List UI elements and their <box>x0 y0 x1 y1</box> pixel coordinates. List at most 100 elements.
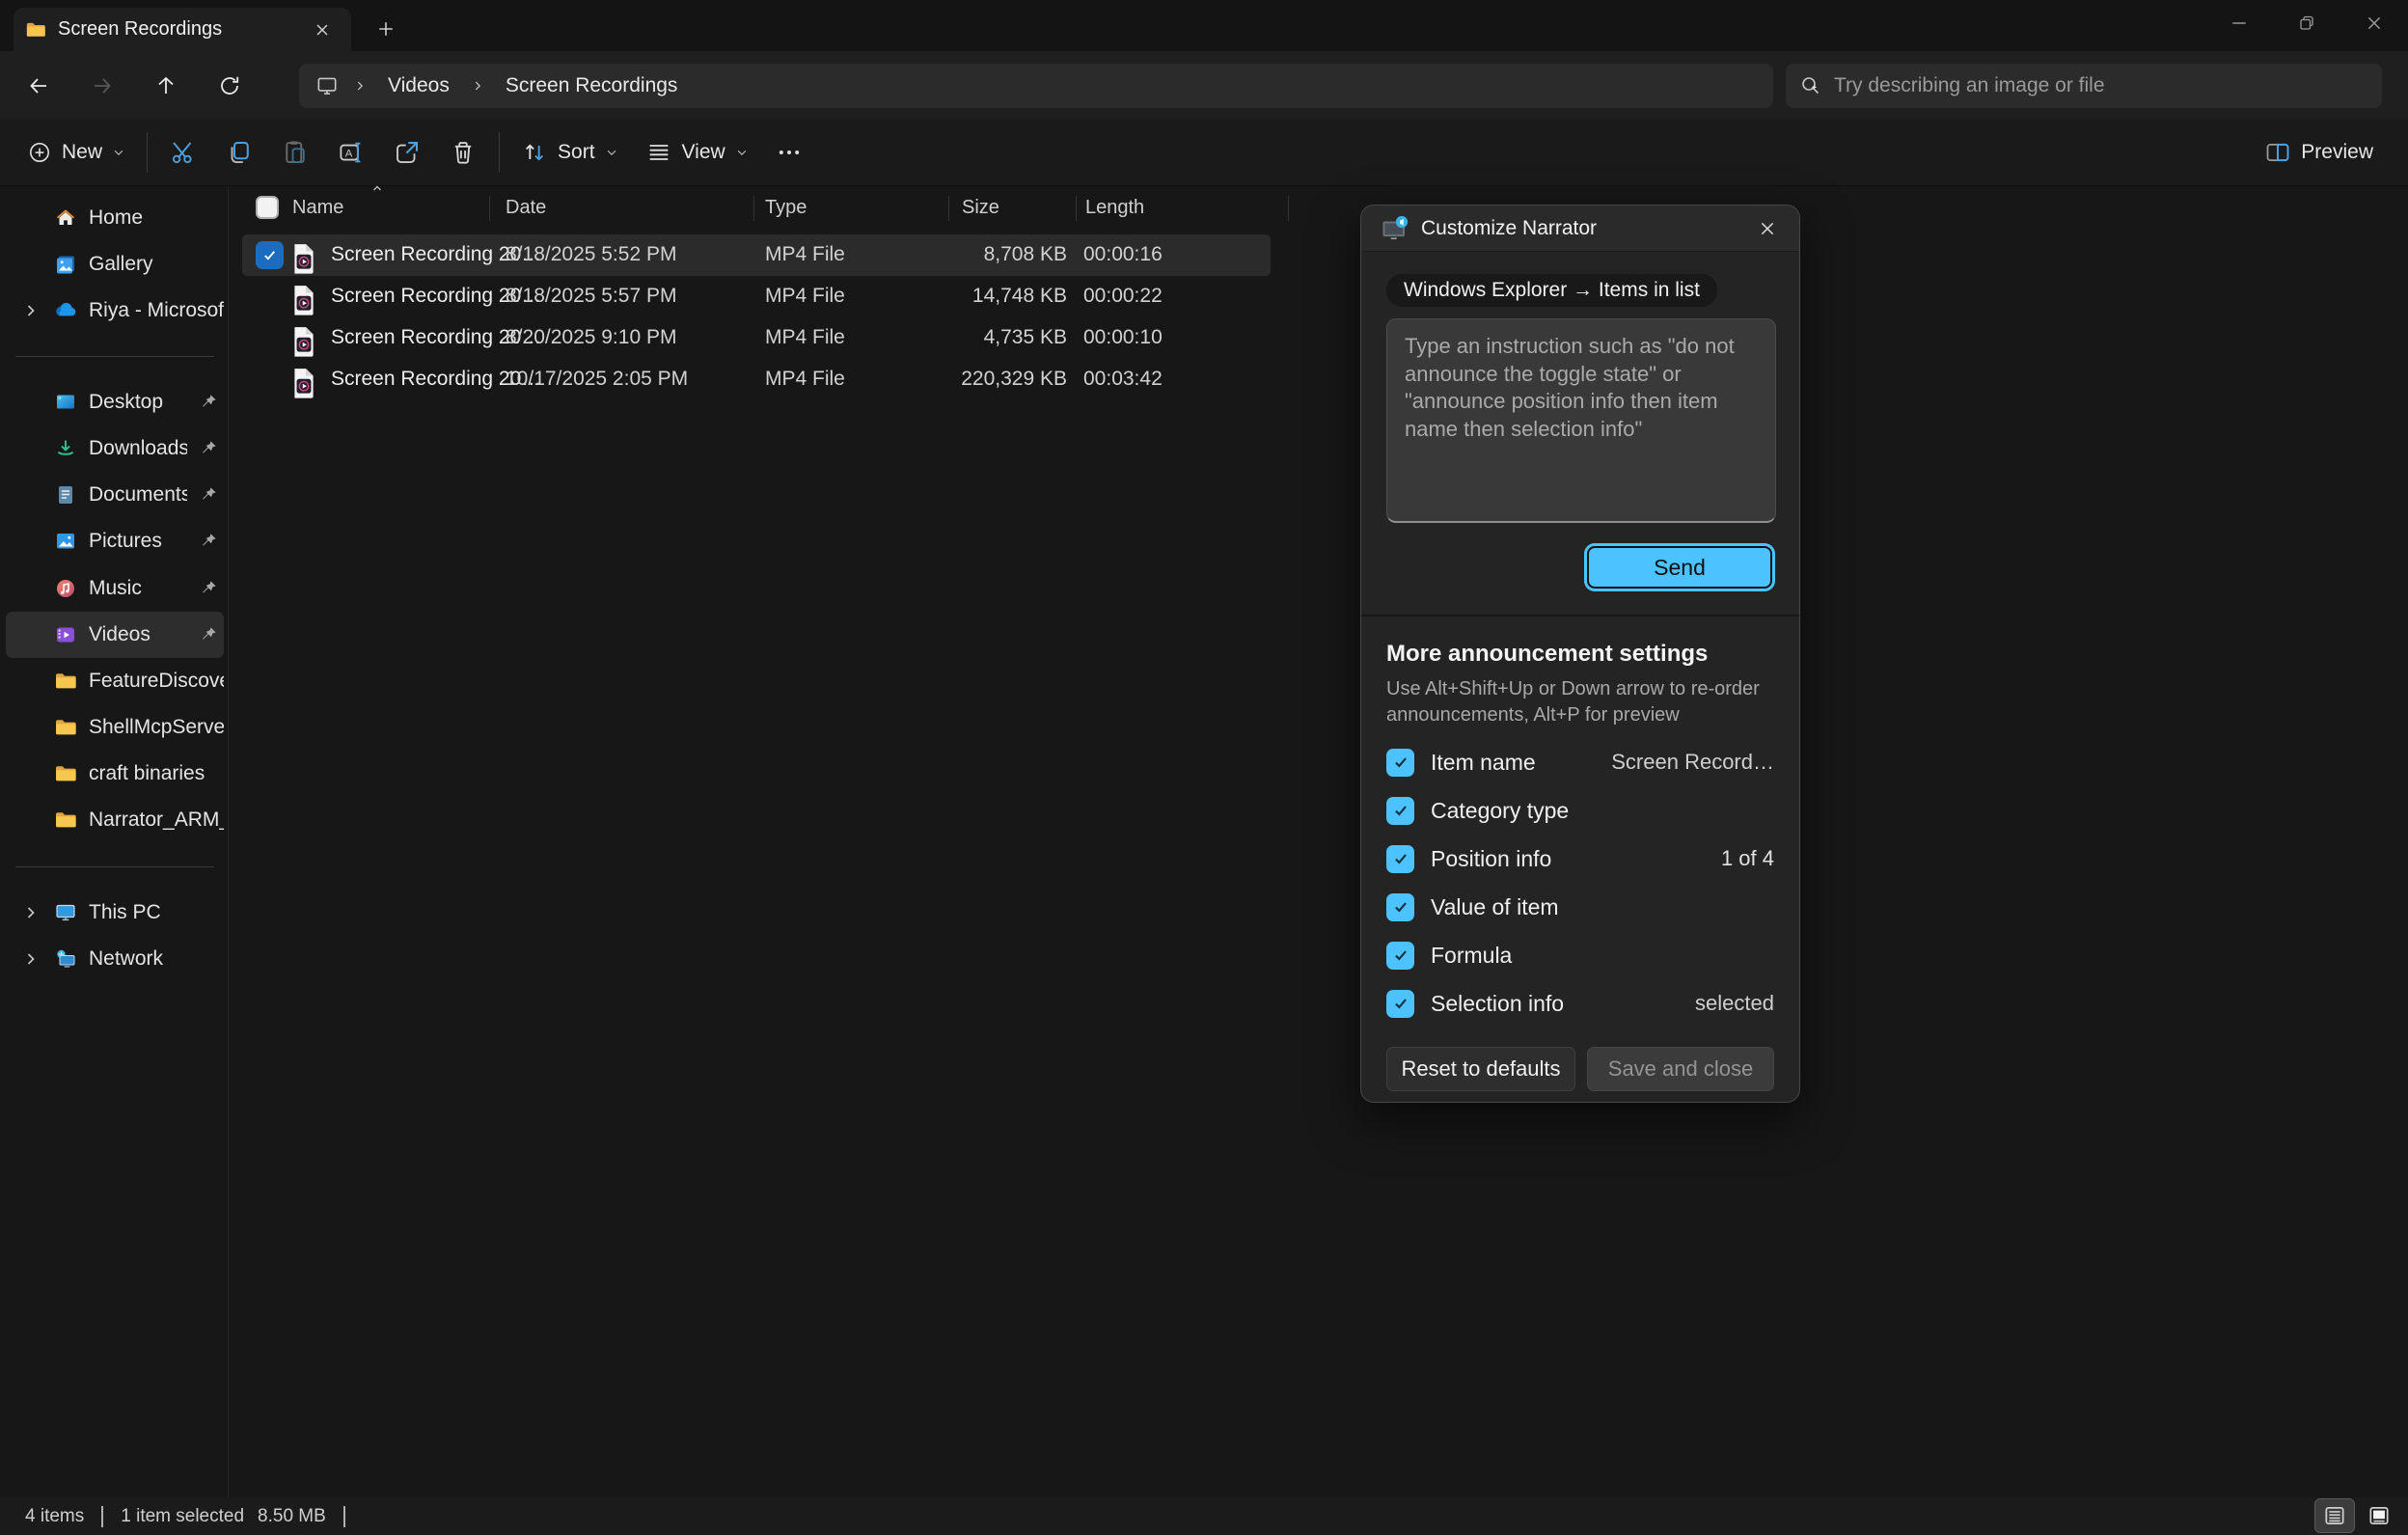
file-row[interactable]: Screen Recording 20… 8/20/2025 9:10 PM M… <box>242 317 1271 359</box>
file-row[interactable]: Screen Recording 20… 8/18/2025 5:57 PM M… <box>242 276 1271 317</box>
breadcrumb-videos[interactable]: Videos <box>380 70 457 101</box>
setting-value: selected <box>1695 991 1774 1016</box>
file-type: MP4 File <box>765 243 845 266</box>
status-divider <box>343 1506 345 1527</box>
paste-button[interactable] <box>267 127 323 178</box>
home-icon <box>50 206 81 230</box>
send-button[interactable]: Send <box>1587 546 1772 589</box>
refresh-icon[interactable] <box>205 61 255 111</box>
column-header-name[interactable]: Name <box>292 197 343 219</box>
sidebar-item-onedrive[interactable]: Riya - Microsoft <box>6 288 224 334</box>
sidebar-item-this-pc[interactable]: This PC <box>6 890 224 936</box>
setting-row-position-info[interactable]: Position info 1 of 4 <box>1386 835 1774 883</box>
chevron-right-icon[interactable] <box>19 905 42 920</box>
setting-row-category-type[interactable]: Category type <box>1386 786 1774 835</box>
cut-button[interactable] <box>155 127 211 178</box>
sidebar-item-desktop[interactable]: Desktop <box>6 379 224 425</box>
forward-icon[interactable] <box>77 61 127 111</box>
sort-ascending-icon <box>369 180 385 196</box>
gallery-icon <box>50 253 81 276</box>
sidebar-item-documents[interactable]: Documents <box>6 472 224 518</box>
chevron-right-icon[interactable] <box>19 303 42 318</box>
column-header-date[interactable]: Date <box>506 197 546 219</box>
more-options-button[interactable] <box>762 127 816 178</box>
delete-button[interactable] <box>435 127 491 178</box>
mp4-file-icon <box>292 285 315 315</box>
file-type: MP4 File <box>765 368 845 391</box>
preview-button[interactable]: Preview <box>2251 127 2387 178</box>
chevron-down-icon <box>735 146 749 159</box>
sidebar-item-narrator-arm[interactable]: Narrator_ARM_2811 <box>6 797 224 843</box>
checkbox-checked[interactable] <box>1386 893 1414 921</box>
file-length: 00:00:10 <box>1083 326 1163 349</box>
checkbox-checked[interactable] <box>1386 797 1414 825</box>
preview-label: Preview <box>2301 141 2373 164</box>
pin-icon <box>195 533 222 550</box>
file-row[interactable]: Screen Recording 20… 8/18/2025 5:52 PM M… <box>242 234 1271 276</box>
checkbox-checked[interactable] <box>1386 845 1414 873</box>
copy-button[interactable] <box>211 127 267 178</box>
restore-icon[interactable] <box>2273 0 2340 46</box>
sidebar-item-home[interactable]: Home <box>6 195 224 241</box>
monitor-icon <box>315 73 340 98</box>
pin-icon <box>195 626 222 644</box>
sidebar-item-network[interactable]: Network <box>6 936 224 982</box>
main-area: Home Gallery Riya - Microsoft <box>0 186 2408 1497</box>
file-size: 14,748 KB <box>860 285 1067 308</box>
tab-title: Screen Recordings <box>58 18 293 41</box>
tab-close-icon[interactable] <box>305 13 340 47</box>
close-icon[interactable] <box>2340 0 2408 46</box>
status-bar: 4 items 1 item selected 8.50 MB <box>0 1497 2408 1535</box>
new-button[interactable]: New <box>14 127 139 178</box>
folder-icon <box>50 762 81 785</box>
sidebar-item-gallery[interactable]: Gallery <box>6 241 224 288</box>
file-date: 8/18/2025 5:52 PM <box>506 243 676 266</box>
tab-screen-recordings[interactable]: Screen Recordings <box>14 8 351 51</box>
breadcrumb-screen-recordings[interactable]: Screen Recordings <box>498 70 686 101</box>
sort-button[interactable]: Sort <box>507 127 632 178</box>
sidebar-item-music[interactable]: Music <box>6 565 224 612</box>
chevron-right-icon[interactable] <box>19 951 42 967</box>
setting-row-selection-info[interactable]: Selection info selected <box>1386 979 1774 1028</box>
sidebar-item-shellmcpservers[interactable]: ShellMcpServers <box>6 704 224 751</box>
checkbox-checked[interactable] <box>1386 749 1414 777</box>
sidebar-item-downloads[interactable]: Downloads <box>6 425 224 472</box>
file-date: 10/17/2025 2:05 PM <box>506 368 688 391</box>
onedrive-cloud-icon <box>50 298 81 323</box>
column-header-size[interactable]: Size <box>962 197 999 219</box>
column-header-length[interactable]: Length <box>1085 197 1144 219</box>
address-bar[interactable]: Videos Screen Recordings <box>299 64 1773 108</box>
sidebar-item-craft-binaries[interactable]: craft binaries <box>6 751 224 797</box>
sidebar-item-pictures[interactable]: Pictures <box>6 518 224 564</box>
selection-size: 8.50 MB <box>258 1506 326 1527</box>
column-headers: Name Date Type Size Length <box>229 190 1290 227</box>
sidebar-item-videos[interactable]: Videos <box>6 612 224 658</box>
view-button[interactable]: View <box>632 127 762 178</box>
search-box[interactable] <box>1786 64 2382 108</box>
checkbox-checked[interactable] <box>1386 990 1414 1018</box>
setting-row-item-name[interactable]: Item name Screen Record… <box>1386 738 1774 786</box>
row-checkbox-checked[interactable] <box>256 241 284 269</box>
new-tab-button[interactable] <box>369 12 403 46</box>
up-icon[interactable] <box>141 61 191 111</box>
rename-button[interactable]: A <box>323 127 379 178</box>
details-view-icon[interactable] <box>2315 1499 2354 1532</box>
instruction-input[interactable] <box>1386 318 1776 523</box>
large-icons-view-icon[interactable] <box>2360 1499 2398 1532</box>
back-icon[interactable] <box>14 61 64 111</box>
checkbox-checked[interactable] <box>1386 942 1414 970</box>
sidebar: Home Gallery Riya - Microsoft <box>0 186 229 1497</box>
minimize-icon[interactable] <box>2205 0 2273 46</box>
dialog-close-icon[interactable] <box>1749 210 1786 247</box>
sidebar-item-featurediscoverability[interactable]: FeatureDiscoverabil <box>6 658 224 704</box>
setting-row-formula[interactable]: Formula <box>1386 931 1774 979</box>
setting-value: 1 of 4 <box>1721 846 1774 871</box>
save-and-close-button[interactable]: Save and close <box>1587 1047 1774 1091</box>
setting-row-value-of-item[interactable]: Value of item <box>1386 883 1774 931</box>
share-button[interactable] <box>379 127 435 178</box>
file-row[interactable]: Screen Recording 20… 10/17/2025 2:05 PM … <box>242 359 1271 400</box>
column-header-type[interactable]: Type <box>765 197 807 219</box>
reset-to-defaults-button[interactable]: Reset to defaults <box>1386 1047 1575 1091</box>
search-input[interactable] <box>1834 74 2368 97</box>
select-all-checkbox[interactable] <box>256 196 279 219</box>
